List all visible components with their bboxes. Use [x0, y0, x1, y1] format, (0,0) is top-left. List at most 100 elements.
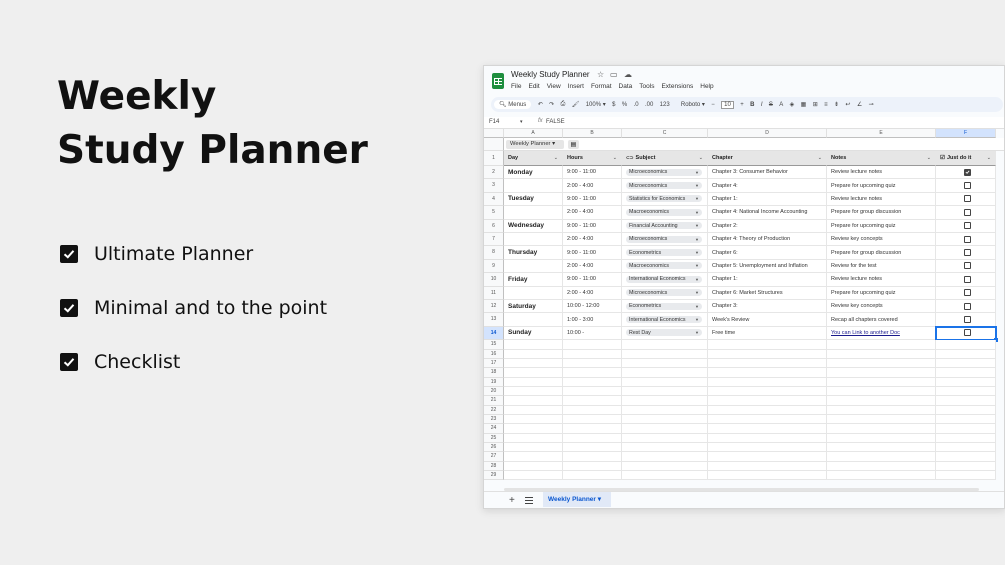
empty-cell[interactable]: [827, 424, 936, 434]
hours-cell[interactable]: 1:00 - 3:00: [563, 313, 622, 327]
notes-cell[interactable]: Review key concepts: [827, 233, 936, 247]
align-vertical-icon[interactable]: ⇟: [834, 101, 839, 108]
empty-cell[interactable]: [622, 386, 708, 397]
notes-cell[interactable]: Prepare for upcoming quiz: [827, 286, 936, 300]
currency-button[interactable]: $: [612, 102, 615, 108]
subject-chip[interactable]: International Economics ▼: [626, 316, 702, 324]
empty-cell[interactable]: [622, 452, 708, 462]
formula-input[interactable]: FALSE: [546, 119, 565, 125]
italic-button[interactable]: I: [761, 102, 763, 108]
empty-cell[interactable]: [504, 433, 563, 444]
checkbox-unchecked[interactable]: [964, 289, 971, 297]
notes-cell[interactable]: Prepare for group discussion: [827, 206, 936, 220]
done-cell[interactable]: [936, 219, 996, 233]
menu-item-edit[interactable]: Edit: [528, 83, 539, 90]
empty-cell[interactable]: [708, 461, 827, 472]
font-size-input[interactable]: 10: [721, 100, 734, 109]
hours-cell[interactable]: 2:00 - 4:00: [563, 233, 622, 247]
empty-cell[interactable]: [622, 424, 708, 434]
name-box[interactable]: F14: [489, 119, 499, 125]
sheet-tab[interactable]: Weekly Planner ▾: [543, 492, 611, 507]
font-select[interactable]: Roboto ▾: [681, 101, 705, 108]
chevron-down-icon[interactable]: ▼: [695, 183, 699, 188]
chapter-cell[interactable]: Chapter 4:: [708, 179, 827, 193]
empty-cell[interactable]: [827, 368, 936, 378]
bold-button[interactable]: B: [750, 102, 754, 108]
empty-cell[interactable]: [504, 386, 563, 397]
row-number[interactable]: 22: [484, 405, 504, 415]
subject-chip[interactable]: Microeconomics ▼: [626, 182, 702, 190]
row-number[interactable]: 12: [484, 300, 504, 314]
row-number[interactable]: 11: [484, 286, 504, 300]
column-header-d[interactable]: D: [708, 129, 827, 138]
row-number[interactable]: 7: [484, 233, 504, 247]
row-number[interactable]: 23: [484, 415, 504, 425]
menu-item-tools[interactable]: Tools: [639, 83, 654, 90]
checkbox-unchecked[interactable]: [964, 208, 971, 216]
empty-cell[interactable]: [504, 340, 563, 350]
header-cell-done[interactable]: ☑ Just do it ⌄: [936, 151, 996, 166]
chevron-down-icon[interactable]: ▼: [695, 277, 699, 282]
empty-cell[interactable]: [827, 443, 936, 453]
empty-cell[interactable]: [708, 349, 827, 359]
done-cell[interactable]: [936, 192, 996, 207]
empty-cell[interactable]: [622, 443, 708, 453]
empty-cell[interactable]: [827, 405, 936, 415]
chapter-cell[interactable]: Chapter 4: National Income Accounting: [708, 206, 827, 220]
notes-cell[interactable]: Review lecture notes: [827, 166, 936, 180]
chapter-cell[interactable]: Chapter 4: Theory of Production: [708, 233, 827, 247]
checkbox-unchecked[interactable]: [964, 262, 971, 270]
subject-cell[interactable]: International Economics ▼: [622, 313, 708, 327]
header-cell-chapter[interactable]: Chapter ⌄: [708, 151, 827, 166]
sheets-logo-icon[interactable]: [492, 73, 504, 89]
empty-cell[interactable]: [504, 377, 563, 387]
empty-cell[interactable]: [827, 396, 936, 406]
chapter-cell[interactable]: Chapter 3:: [708, 300, 827, 314]
empty-cell[interactable]: [827, 461, 936, 472]
subject-chip[interactable]: Macroeconomics ▼: [626, 208, 702, 216]
column-header-f[interactable]: F: [936, 129, 996, 138]
empty-cell[interactable]: [708, 433, 827, 444]
done-cell[interactable]: [936, 166, 996, 180]
empty-cell[interactable]: [504, 358, 563, 369]
subject-cell[interactable]: Financial Accounting ▼: [622, 219, 708, 233]
subject-chip[interactable]: Microeconomics ▼: [626, 235, 702, 243]
checkbox-unchecked[interactable]: [964, 182, 971, 190]
empty-cell[interactable]: [936, 443, 996, 453]
chapter-cell[interactable]: Free time: [708, 326, 827, 341]
empty-cell[interactable]: [622, 368, 708, 378]
empty-cell[interactable]: [827, 358, 936, 369]
row-number[interactable]: 4: [484, 192, 504, 207]
checkbox-unchecked[interactable]: [964, 195, 971, 203]
row-number[interactable]: 2: [484, 166, 504, 180]
chapter-cell[interactable]: Week's Review: [708, 313, 827, 327]
row-number[interactable]: 19: [484, 377, 504, 387]
done-cell[interactable]: [936, 179, 996, 193]
filter-view-chip[interactable]: Weekly Planner ▾: [506, 140, 564, 149]
print-icon[interactable]: ⎙: [561, 101, 566, 108]
link-icon[interactable]: ⊸: [869, 101, 874, 108]
row-number[interactable]: 20: [484, 386, 504, 397]
checkbox-unchecked[interactable]: [964, 302, 971, 310]
empty-cell[interactable]: [708, 452, 827, 462]
percent-button[interactable]: %: [622, 102, 627, 108]
row-number[interactable]: 9: [484, 259, 504, 274]
subject-cell[interactable]: Microeconomics ▼: [622, 233, 708, 247]
subject-cell[interactable]: Statistics for Economics ▼: [622, 192, 708, 207]
chevron-down-icon[interactable]: ▼: [695, 330, 699, 335]
chapter-cell[interactable]: Chapter 5: Unemployment and Inflation: [708, 259, 827, 274]
hours-cell[interactable]: 2:00 - 4:00: [563, 286, 622, 300]
done-cell[interactable]: [936, 233, 996, 247]
row-number[interactable]: 6: [484, 219, 504, 233]
notes-cell[interactable]: Review for the test: [827, 259, 936, 274]
empty-cell[interactable]: [504, 452, 563, 462]
empty-cell[interactable]: [708, 340, 827, 350]
empty-cell[interactable]: [708, 368, 827, 378]
chevron-down-icon[interactable]: ▼: [695, 250, 699, 255]
chapter-cell[interactable]: Chapter 6:: [708, 246, 827, 260]
chevron-down-icon[interactable]: ⌄: [818, 155, 822, 161]
row-number[interactable]: 13: [484, 313, 504, 327]
row-number[interactable]: 26: [484, 443, 504, 453]
subject-chip[interactable]: Microeconomics ▼: [626, 168, 702, 176]
header-cell-notes[interactable]: Notes ⌄: [827, 151, 936, 166]
